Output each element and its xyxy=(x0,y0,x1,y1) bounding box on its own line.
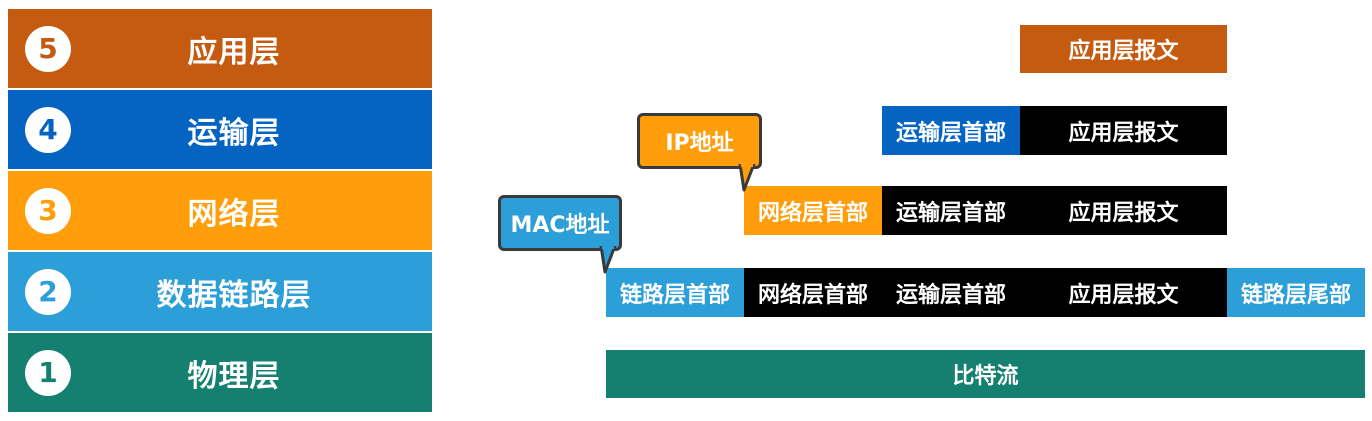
ip-callout-pointer xyxy=(738,164,756,192)
app-message-cell: 应用层报文 xyxy=(1020,25,1227,73)
link-header-cell: 链路层首部 xyxy=(606,268,744,317)
mac-address-callout: MAC地址 xyxy=(498,195,622,251)
layer-name: 运输层 xyxy=(187,115,281,151)
link-trailer-cell: 链路层尾部 xyxy=(1227,268,1365,317)
layer-number-badge: 1 xyxy=(25,349,71,396)
layer-number-badge: 4 xyxy=(25,106,71,153)
transport-header-cell: 运输层首部 xyxy=(882,268,1020,317)
layer-number-badge: 3 xyxy=(25,187,71,234)
transport-header-cell: 运输层首部 xyxy=(882,106,1020,155)
ip-address-callout: IP地址 xyxy=(637,113,762,169)
layer-name: 数据链路层 xyxy=(156,277,312,313)
bitstream-bar: 比特流 xyxy=(606,350,1365,398)
layer-application: 5 应用层 xyxy=(8,9,432,88)
app-message-cell: 应用层报文 xyxy=(1020,186,1227,235)
layer-transport: 4 运输层 xyxy=(8,90,432,169)
layer-network: 3 网络层 xyxy=(8,171,432,250)
layer-number-badge: 5 xyxy=(25,25,71,72)
layer-name: 网络层 xyxy=(187,196,281,232)
layer-name: 应用层 xyxy=(187,34,281,70)
layer-physical: 1 物理层 xyxy=(8,333,432,412)
transport-header-cell: 运输层首部 xyxy=(882,186,1020,235)
app-message-cell: 应用层报文 xyxy=(1020,268,1227,317)
layer-datalink: 2 数据链路层 xyxy=(8,252,432,331)
app-message-cell: 应用层报文 xyxy=(1020,106,1227,155)
layer-number-badge: 2 xyxy=(25,268,71,315)
mac-callout-pointer xyxy=(599,246,617,274)
network-header-cell: 网络层首部 xyxy=(744,268,882,317)
network-header-cell: 网络层首部 xyxy=(744,186,882,235)
layer-name: 物理层 xyxy=(187,358,281,394)
